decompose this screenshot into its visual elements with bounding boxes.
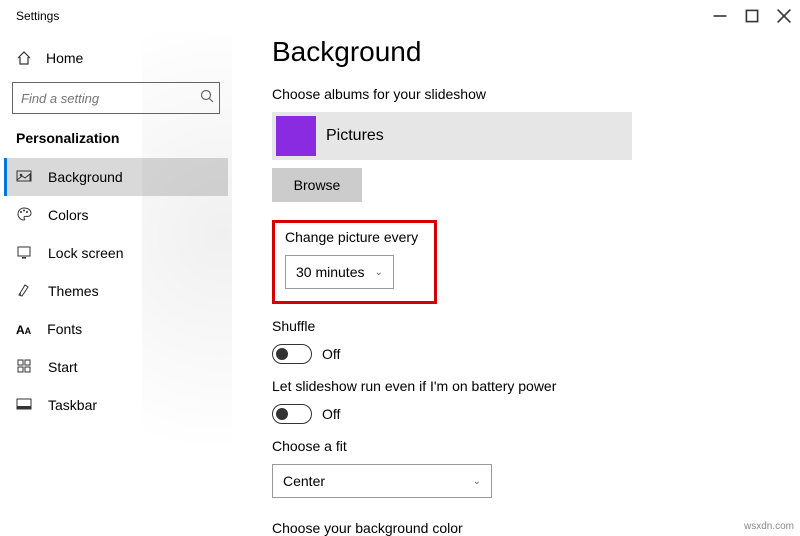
sidebar-item-themes[interactable]: Themes	[4, 272, 228, 310]
page-title: Background	[272, 36, 776, 68]
sidebar-item-colors[interactable]: Colors	[4, 196, 228, 234]
album-row[interactable]: Pictures	[272, 112, 632, 160]
change-picture-label: Change picture every	[285, 229, 418, 245]
sidebar-item-label: Taskbar	[48, 397, 97, 413]
palette-icon	[16, 206, 32, 225]
minimize-button[interactable]	[704, 0, 736, 32]
fonts-icon: AA	[16, 321, 31, 337]
sidebar-item-label: Colors	[48, 207, 88, 223]
home-icon	[16, 50, 32, 66]
sidebar-item-start[interactable]: Start	[4, 348, 228, 386]
maximize-button[interactable]	[736, 0, 768, 32]
album-thumbnail	[276, 116, 316, 156]
start-icon	[16, 358, 32, 377]
chevron-down-icon: ⌄	[473, 476, 481, 487]
dropdown-value: 30 minutes	[296, 264, 364, 280]
sidebar-item-background[interactable]: Background	[4, 158, 228, 196]
watermark: wsxdn.com	[744, 521, 794, 532]
window-title: Settings	[16, 9, 59, 23]
fit-dropdown[interactable]: Center ⌄	[272, 464, 492, 498]
highlight-box: Change picture every 30 minutes ⌄	[272, 220, 437, 304]
fit-label: Choose a fit	[272, 438, 776, 454]
sidebar: Home Personalization Background Colors L…	[0, 32, 232, 536]
main-content: Background Choose albums for your slides…	[232, 32, 800, 536]
close-button[interactable]	[768, 0, 800, 32]
shuffle-value: Off	[322, 346, 340, 362]
sidebar-item-label: Background	[48, 169, 123, 185]
sidebar-item-fonts[interactable]: AA Fonts	[4, 310, 228, 348]
themes-icon	[16, 282, 32, 301]
chevron-down-icon: ⌄	[374, 267, 382, 278]
picture-icon	[16, 168, 32, 187]
search-field[interactable]	[21, 91, 199, 106]
battery-toggle[interactable]	[272, 404, 312, 424]
sidebar-item-taskbar[interactable]: Taskbar	[4, 386, 228, 424]
search-input[interactable]	[12, 82, 220, 114]
battery-value: Off	[322, 406, 340, 422]
home-nav[interactable]: Home	[4, 40, 228, 76]
albums-label: Choose albums for your slideshow	[272, 86, 776, 102]
sidebar-item-label: Start	[48, 359, 78, 375]
battery-label: Let slideshow run even if I'm on battery…	[272, 378, 776, 394]
dropdown-value: Center	[283, 473, 325, 489]
shuffle-label: Shuffle	[272, 318, 776, 334]
window-controls	[704, 0, 800, 32]
section-header: Personalization	[4, 124, 228, 158]
sidebar-item-label: Themes	[48, 283, 99, 299]
sidebar-item-label: Fonts	[47, 321, 82, 337]
sidebar-item-label: Lock screen	[48, 245, 123, 261]
change-picture-dropdown[interactable]: 30 minutes ⌄	[285, 255, 394, 289]
taskbar-icon	[16, 396, 32, 415]
sidebar-item-lockscreen[interactable]: Lock screen	[4, 234, 228, 272]
album-name: Pictures	[326, 127, 384, 145]
lock-icon	[16, 244, 32, 263]
browse-button[interactable]: Browse	[272, 168, 362, 202]
shuffle-toggle[interactable]	[272, 344, 312, 364]
search-icon	[199, 88, 215, 109]
home-label: Home	[46, 50, 83, 66]
color-label: Choose your background color	[272, 520, 776, 536]
